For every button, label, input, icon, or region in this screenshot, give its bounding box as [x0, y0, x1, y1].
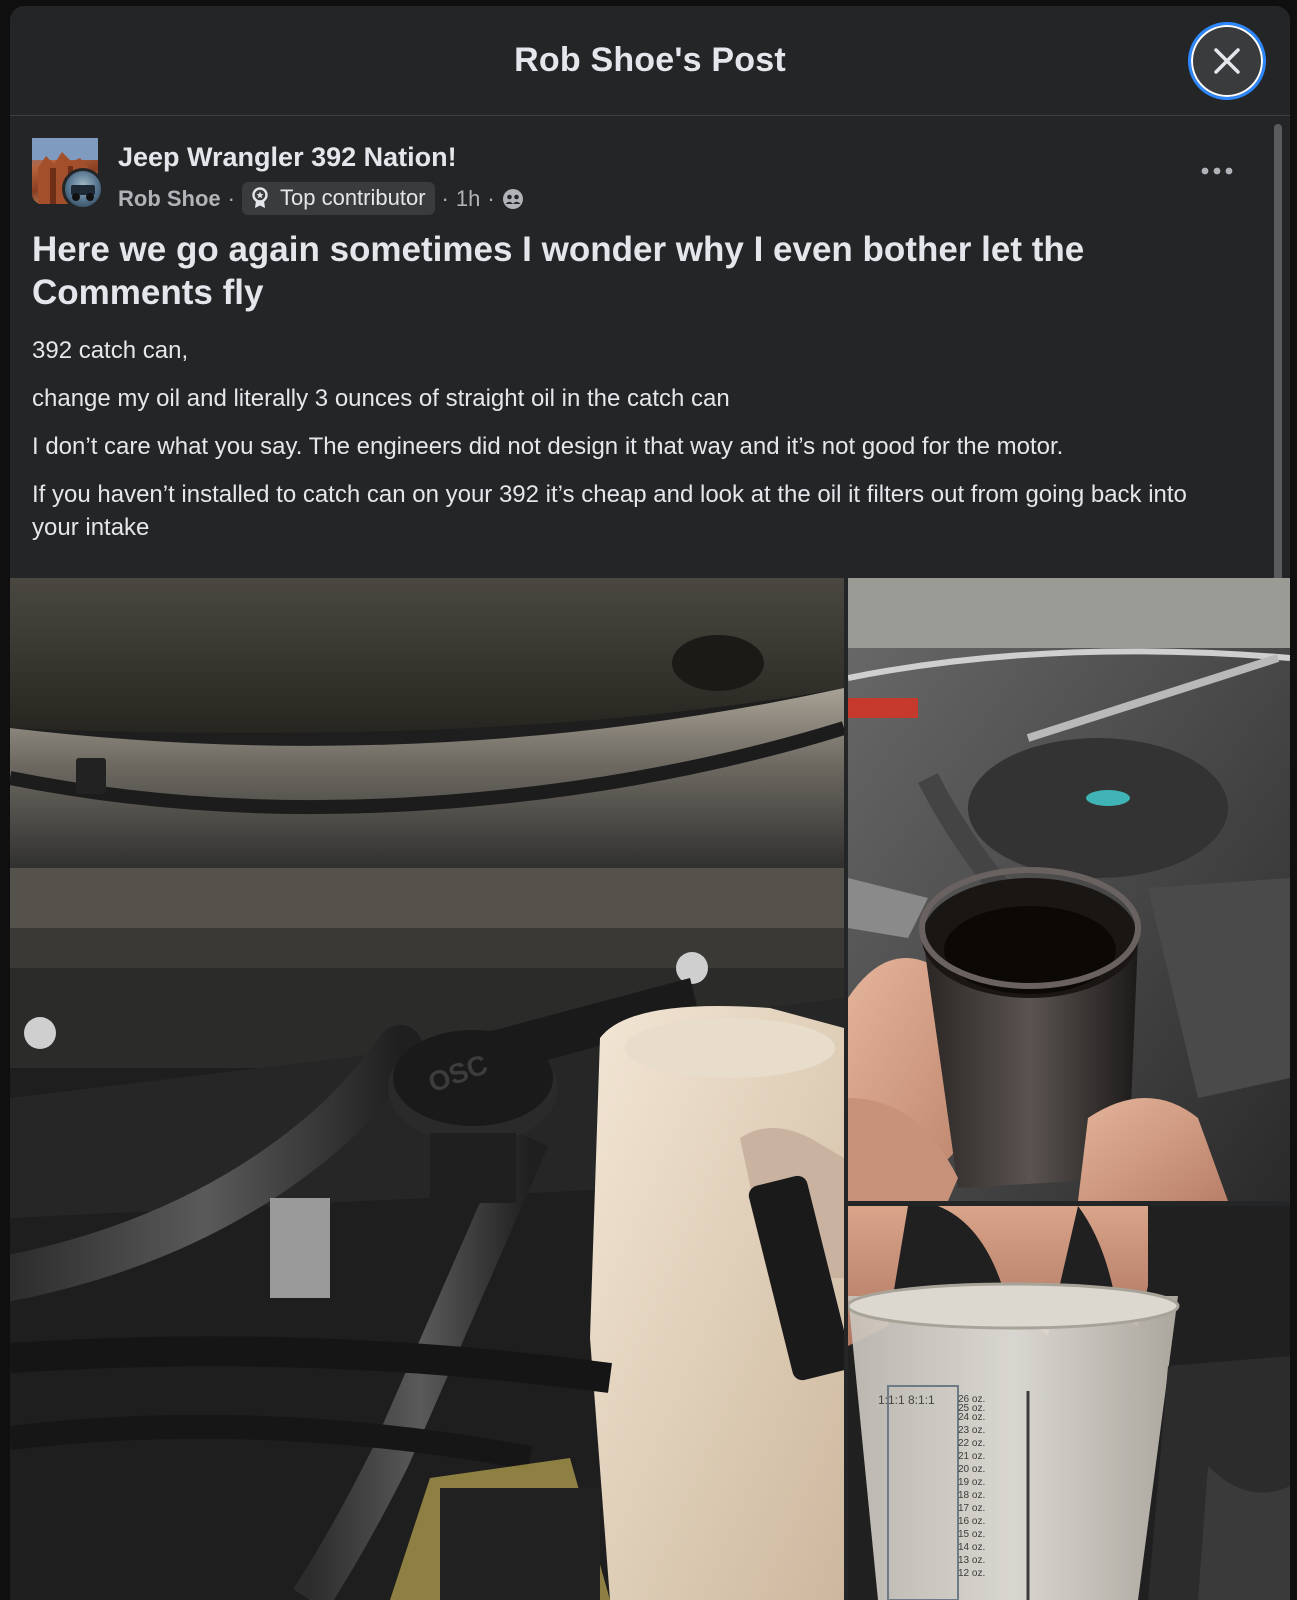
author-avatar[interactable]	[62, 168, 104, 210]
svg-text:1:1:1 8:1:1: 1:1:1 8:1:1	[878, 1393, 935, 1407]
dialog-title: Rob Shoe's Post	[514, 41, 786, 79]
author-avatar-image	[71, 185, 95, 201]
post-body: 392 catch can, change my oil and literal…	[32, 334, 1232, 559]
catch-can-cup-image	[848, 578, 1290, 1201]
post-title: Here we go again sometimes I wonder why …	[32, 230, 1085, 312]
post-paragraph: I don’t care what you say. The engineers…	[32, 433, 1064, 460]
svg-text:24 oz.: 24 oz.	[958, 1412, 985, 1423]
svg-text:21 oz.: 21 oz.	[958, 1451, 985, 1462]
close-icon	[1214, 48, 1240, 74]
post-timestamp[interactable]: 1h	[456, 186, 480, 212]
engine-bay-image: OSC	[10, 578, 844, 1600]
svg-text:20 oz.: 20 oz.	[958, 1464, 985, 1475]
post-photo-measuring-cup[interactable]: 1:1:1 8:1:1 26 oz. 25 oz. 24 oz. 23 oz. …	[848, 1206, 1290, 1600]
post-paragraph: change my oil and literally 3 ounces of …	[32, 385, 730, 412]
top-contributor-badge[interactable]: Top contributor	[242, 182, 435, 215]
svg-text:14 oz.: 14 oz.	[958, 1542, 985, 1553]
svg-text:15 oz.: 15 oz.	[958, 1529, 985, 1540]
post-dialog: Rob Shoe's Post Jeep Wrangler 392 Nation…	[10, 6, 1290, 1600]
svg-text:23 oz.: 23 oz.	[958, 1425, 985, 1436]
dialog-header: Rob Shoe's Post	[10, 6, 1290, 116]
badge-label: Top contributor	[280, 185, 426, 210]
members-icon	[502, 188, 523, 209]
post-header: Jeep Wrangler 392 Nation! Rob Shoe · Top…	[32, 138, 1250, 218]
group-name-link[interactable]: Jeep Wrangler 392 Nation!	[118, 142, 457, 173]
post-photo-engine-bay[interactable]: OSC	[10, 578, 844, 1600]
svg-text:18 oz.: 18 oz.	[958, 1490, 985, 1501]
author-name-link[interactable]: Rob Shoe	[118, 186, 221, 212]
post-photo-catch-can-cup[interactable]	[848, 578, 1290, 1201]
svg-text:16 oz.: 16 oz.	[958, 1516, 985, 1527]
svg-text:19 oz.: 19 oz.	[958, 1477, 985, 1488]
post-paragraph: 392 catch can,	[32, 337, 189, 364]
svg-text:17 oz.: 17 oz.	[958, 1503, 985, 1514]
measuring-cup-image: 1:1:1 8:1:1 26 oz. 25 oz. 24 oz. 23 oz. …	[848, 1206, 1290, 1600]
svg-text:22 oz.: 22 oz.	[958, 1438, 985, 1449]
svg-text:13 oz.: 13 oz.	[958, 1555, 985, 1566]
svg-text:12 oz.: 12 oz.	[958, 1568, 985, 1579]
ellipsis-icon	[1201, 167, 1233, 175]
close-button[interactable]	[1188, 22, 1266, 100]
separator-dot: ·	[487, 185, 495, 211]
award-icon	[252, 187, 268, 208]
separator-dot: ·	[227, 185, 235, 211]
scrollbar-thumb[interactable]	[1274, 124, 1282, 614]
post-meta: Rob Shoe · Top contributor · 1h ·	[118, 182, 524, 215]
separator-dot: ·	[441, 185, 449, 211]
post-paragraph: If you haven’t installed to catch can on…	[32, 481, 1187, 541]
more-options-button[interactable]	[1196, 156, 1238, 186]
photo-grid: OSC 1:1:1 8:1:1 26 oz. 25 oz. 24 oz. 23 …	[10, 578, 1290, 1600]
measuring-cup-scale: 26 oz. 25 oz. 24 oz. 23 oz. 22 oz. 21 oz…	[958, 1394, 985, 1579]
